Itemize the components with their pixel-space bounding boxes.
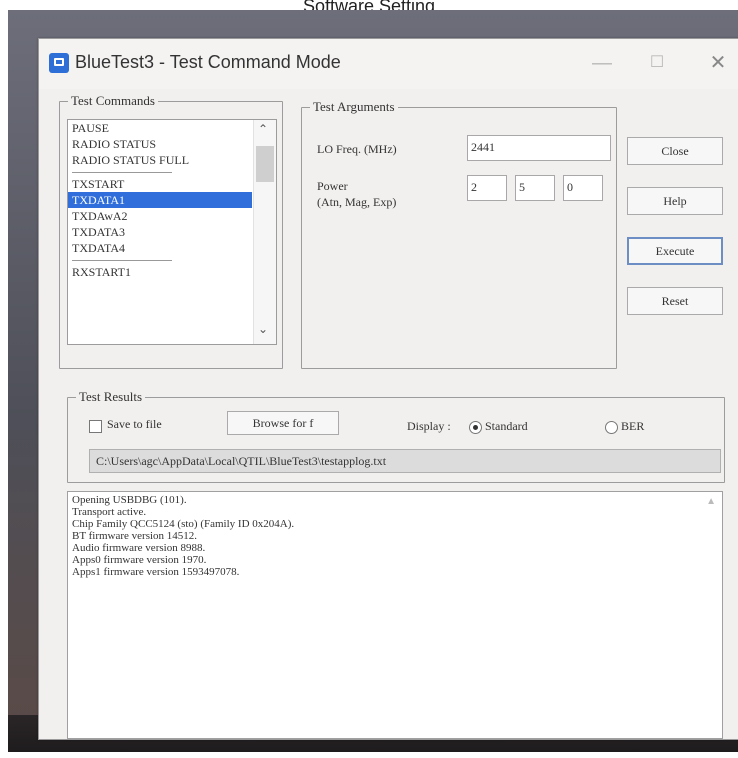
close-window-button[interactable]: ✕ xyxy=(703,51,733,75)
app-icon xyxy=(49,53,69,73)
log-line: Opening USBDBG (101). xyxy=(72,494,187,506)
power-label: Power xyxy=(317,179,348,193)
log-line: BT firmware version 14512. xyxy=(72,530,198,542)
display-standard-radio[interactable] xyxy=(469,421,482,434)
log-output[interactable]: Opening USBDBG (101). Transport active. Ch… xyxy=(67,491,723,739)
list-separator xyxy=(68,168,276,176)
test-commands-legend: Test Commands xyxy=(68,93,158,109)
scroll-up-icon[interactable]: ⌃ xyxy=(258,122,268,136)
list-separator xyxy=(68,256,276,264)
save-to-file-label: Save to file xyxy=(107,417,162,431)
log-line: Apps0 firmware version 1970. xyxy=(72,554,207,566)
command-list-item[interactable]: TXDATA3 xyxy=(68,224,276,240)
minimize-button[interactable]: — xyxy=(587,51,617,75)
scroll-down-icon[interactable]: ⌄ xyxy=(258,322,268,336)
command-list-item[interactable]: TXDATA1 xyxy=(68,192,252,208)
command-list-item[interactable]: RADIO STATUS xyxy=(68,136,276,152)
list-scrollbar[interactable]: ⌃ ⌄ xyxy=(253,120,276,344)
log-file-path-field[interactable]: C:\Users\agc\AppData\Local\QTIL\BlueTest… xyxy=(89,449,721,473)
log-scroll-up-icon[interactable]: ▲ xyxy=(706,496,716,507)
command-list-item[interactable]: PAUSE xyxy=(68,120,276,136)
command-list-item[interactable]: RADIO STATUS FULL xyxy=(68,152,276,168)
close-button[interactable]: Close xyxy=(627,137,723,165)
display-ber-radio[interactable] xyxy=(605,421,618,434)
test-arguments-legend: Test Arguments xyxy=(310,99,398,115)
reset-button[interactable]: Reset xyxy=(627,287,723,315)
window-title: BlueTest3 - Test Command Mode xyxy=(75,52,341,72)
command-list-item[interactable]: TXDAwA2 xyxy=(68,208,276,224)
log-line: Chip Family QCC5124 (sto) (Family ID 0x2… xyxy=(72,518,295,530)
log-line: Transport active. xyxy=(72,506,147,518)
power-atn-input[interactable]: 2 xyxy=(467,175,507,201)
display-ber-label: BER xyxy=(621,419,645,433)
bluetest-window: BlueTest3 - Test Command Mode — ☐ ✕ Test… xyxy=(38,38,738,740)
command-list-item[interactable]: TXSTART xyxy=(68,176,276,192)
maximize-button[interactable]: ☐ xyxy=(642,51,672,75)
execute-button[interactable]: Execute xyxy=(627,237,723,265)
log-line: Audio firmware version 8988. xyxy=(72,542,206,554)
help-button[interactable]: Help xyxy=(627,187,723,215)
test-results-legend: Test Results xyxy=(76,389,146,405)
power-exp-input[interactable]: 0 xyxy=(563,175,603,201)
command-list-item[interactable]: RXSTART1 xyxy=(68,264,276,280)
display-standard-label: Standard xyxy=(485,419,528,433)
title-bar[interactable]: BlueTest3 - Test Command Mode — ☐ ✕ xyxy=(39,39,738,89)
scroll-thumb[interactable] xyxy=(256,146,274,182)
lo-freq-input[interactable]: 2441 xyxy=(467,135,611,161)
test-commands-list[interactable]: PAUSE RADIO STATUS RADIO STATUS FULL TXSTAR… xyxy=(67,119,277,345)
lo-freq-label: LO Freq. (MHz) xyxy=(317,142,397,156)
power-mag-input[interactable]: 5 xyxy=(515,175,555,201)
save-to-file-checkbox[interactable] xyxy=(89,420,102,433)
command-list-item[interactable]: TXDATA4 xyxy=(68,240,276,256)
log-line: Apps1 firmware version 1593497078. xyxy=(72,566,240,578)
browse-button[interactable]: Browse for f xyxy=(227,411,339,435)
power-label-sub: (Atn, Mag, Exp) xyxy=(317,195,397,209)
display-label: Display : xyxy=(407,419,451,433)
